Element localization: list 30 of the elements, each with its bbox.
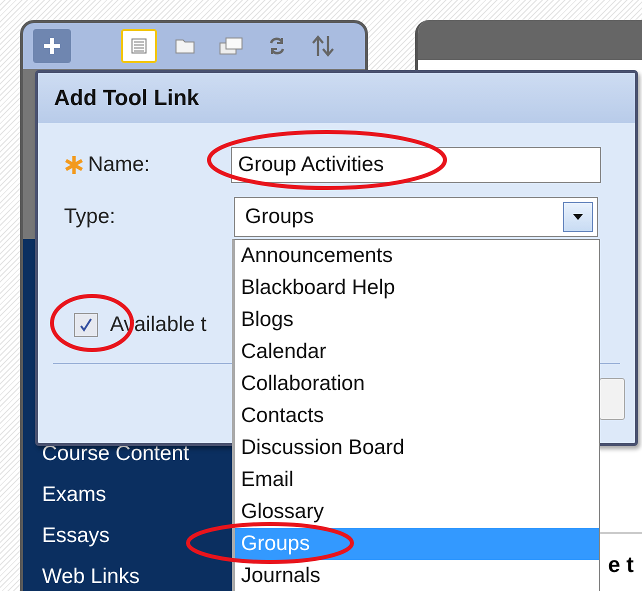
list-view-button[interactable] [121,29,157,63]
dialog-button[interactable] [599,378,625,420]
type-option[interactable]: Discussion Board [235,432,599,464]
dialog-title: Add Tool Link [54,85,200,111]
checkmark-icon [78,317,94,333]
list-icon [129,36,149,56]
add-menu-item-button[interactable] [33,29,71,63]
name-label: Name: [88,153,150,177]
refresh-icon [267,35,287,57]
plus-icon [43,37,61,55]
type-option[interactable]: Blogs [235,304,599,336]
sort-icon [310,34,336,58]
type-dropdown[interactable]: Groups [234,197,598,237]
type-option[interactable]: Email [235,464,599,496]
name-input-field[interactable]: Group Activities [231,147,601,183]
type-option[interactable]: Journals [235,560,599,591]
type-option[interactable]: Blackboard Help [235,272,599,304]
course-menu-link[interactable]: Essays [42,525,110,547]
type-option[interactable]: Announcements [235,240,599,272]
course-menu-link[interactable]: Course Content [42,443,190,465]
windows-icon [218,35,244,57]
type-option[interactable]: Collaboration [235,368,599,400]
type-option[interactable]: Calendar [235,336,599,368]
page-heading: e t [608,552,634,578]
type-option[interactable]: Contacts [235,400,599,432]
type-option[interactable]: Glossary [235,496,599,528]
type-label: Type: [64,205,116,229]
course-menu-link[interactable]: Web Links [42,566,140,588]
available-checkbox[interactable] [74,313,98,337]
course-menu-link[interactable]: Exams [42,484,106,506]
